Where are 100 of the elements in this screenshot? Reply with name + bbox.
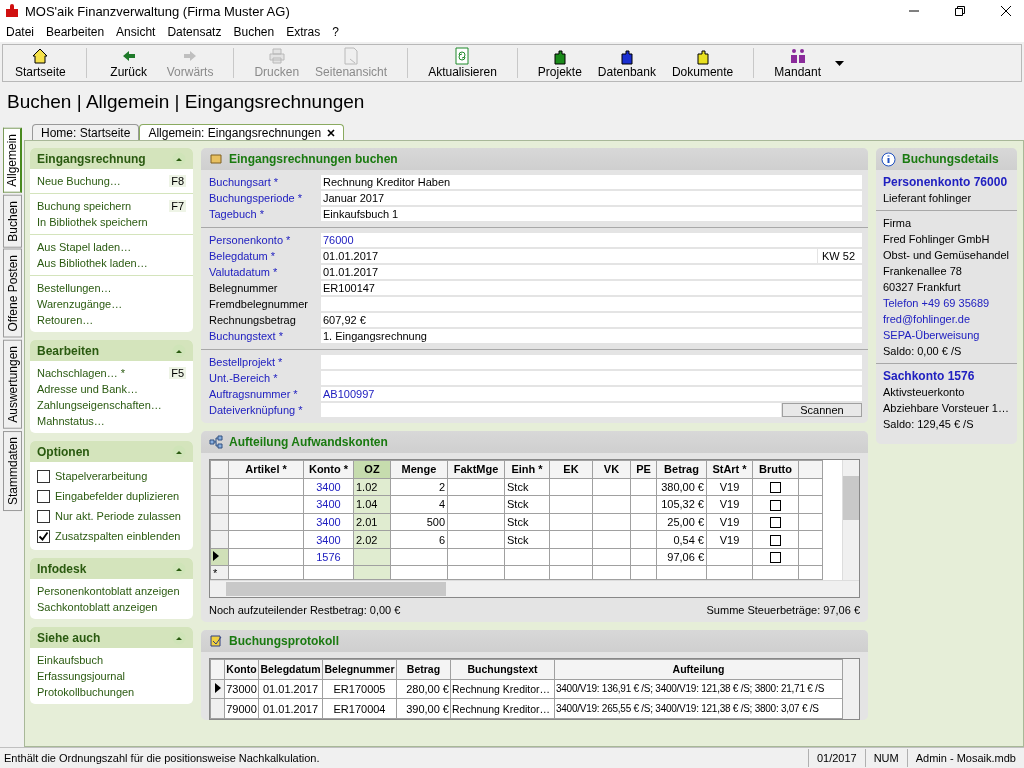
menu-item[interactable]: Datei xyxy=(6,25,34,39)
menu-item[interactable]: ? xyxy=(332,25,339,39)
sidebar-link[interactable]: Zahlungseigenschaften… xyxy=(37,399,162,411)
column-header[interactable]: Artikel * xyxy=(228,460,304,479)
column-header[interactable]: Betrag xyxy=(656,460,707,479)
column-header[interactable]: Belegnummer xyxy=(322,659,397,680)
column-header[interactable]: VK xyxy=(592,460,631,479)
input-field[interactable]: Rechnung Kreditor Haben xyxy=(321,175,862,189)
side-tab[interactable]: Offene Posten xyxy=(3,249,22,338)
column-header[interactable]: FaktMge xyxy=(447,460,505,479)
close-icon[interactable] xyxy=(1000,5,1012,17)
checkbox-label: Nur akt. Periode zulassen xyxy=(55,510,181,522)
dropdown-caret-icon[interactable] xyxy=(835,60,844,66)
sidebar-link[interactable]: Buchung speichern xyxy=(37,200,132,212)
input-field[interactable]: ER100147 xyxy=(321,281,862,295)
menu-item[interactable]: Bearbeiten xyxy=(46,25,105,39)
side-tab[interactable]: Stammdaten xyxy=(3,430,22,511)
menu-item[interactable]: Ansicht xyxy=(116,25,156,39)
menu-item[interactable]: Datensatz xyxy=(167,25,222,39)
input-field[interactable] xyxy=(321,355,862,369)
input-field[interactable] xyxy=(321,403,781,417)
checkbox[interactable] xyxy=(770,499,781,511)
checkbox[interactable] xyxy=(37,509,50,523)
back-button[interactable]: Zurück xyxy=(98,46,159,80)
column-header[interactable]: StArt * xyxy=(706,460,753,479)
sidebar-link[interactable]: Sachkontoblatt anzeigen xyxy=(37,601,158,613)
sidebar-link[interactable]: Aus Stapel laden… xyxy=(37,241,132,253)
column-header[interactable]: EK xyxy=(549,460,593,479)
sidebar-link[interactable]: Neue Buchung… xyxy=(37,175,121,187)
checkbox[interactable] xyxy=(770,482,781,494)
detail-link[interactable]: fred@fohlinger.de xyxy=(883,311,1010,327)
side-tab[interactable]: Buchen xyxy=(3,194,22,248)
sidebar-link[interactable]: Bestellungen… xyxy=(37,282,112,294)
column-header[interactable]: Aufteilung xyxy=(554,659,843,680)
home-icon xyxy=(31,47,50,65)
side-tab[interactable]: Allgemein xyxy=(3,128,22,193)
input-field[interactable]: 76000 xyxy=(321,233,862,247)
document-tab[interactable]: Home: Startseite xyxy=(32,124,140,140)
input-field[interactable]: AB100997 xyxy=(321,387,862,401)
sidebar-link[interactable]: Personenkontoblatt anzeigen xyxy=(37,585,180,597)
documents-button[interactable]: Dokumente xyxy=(663,46,742,80)
column-header[interactable]: Konto * xyxy=(303,460,354,479)
document-tab[interactable]: Allgemein: Eingangsrechnungen xyxy=(139,124,345,140)
input-field[interactable]: 1. Eingangsrechnung xyxy=(321,329,862,343)
input-field[interactable]: 607,92 € xyxy=(321,313,862,327)
column-header[interactable]: OZ xyxy=(353,460,391,479)
restore-icon[interactable] xyxy=(954,5,966,17)
protocol-icon xyxy=(209,634,223,648)
sidebar-link[interactable]: Warenzugänge… xyxy=(37,298,123,310)
projects-button[interactable]: Projekte xyxy=(529,46,590,80)
detail-text: Obst- und Gemüsehandel xyxy=(883,248,1010,263)
checkbox[interactable] xyxy=(37,489,50,503)
vertical-scrollbar[interactable] xyxy=(842,460,859,580)
vertical-scrollbar[interactable] xyxy=(843,659,859,719)
database-button[interactable]: Datenbank xyxy=(589,46,664,80)
checkbox[interactable] xyxy=(770,517,781,529)
detail-link[interactable]: Telefon +49 69 35689 xyxy=(883,295,1010,311)
table-cell: 500 xyxy=(390,513,448,531)
checkbox[interactable] xyxy=(37,529,50,543)
input-field[interactable] xyxy=(321,371,862,385)
input-field[interactable]: Einkaufsbuch 1 xyxy=(321,207,862,221)
input-field[interactable]: 01.01.2017 xyxy=(321,265,862,279)
input-field[interactable]: 01.01.2017 xyxy=(321,249,817,263)
column-header[interactable]: Konto xyxy=(224,659,259,680)
detail-link[interactable]: SEPA-Überweisung xyxy=(883,327,1010,343)
sidebar-link[interactable]: Protokollbuchungen xyxy=(37,686,135,698)
side-tab[interactable]: Auswertungen xyxy=(3,339,22,429)
checkbox[interactable] xyxy=(37,469,50,483)
checkbox[interactable] xyxy=(770,534,781,546)
panel-title: Eingangsrechnungen buchen xyxy=(229,152,398,166)
table-cell: 380,00 € xyxy=(656,478,707,496)
client-button[interactable]: Mandant xyxy=(766,46,829,80)
close-icon[interactable] xyxy=(327,128,336,137)
home-button[interactable]: Startseite xyxy=(7,46,74,80)
account-heading[interactable]: Sachkonto 1576 xyxy=(883,368,1010,384)
column-header[interactable]: Menge xyxy=(390,460,448,479)
column-header[interactable]: Belegdatum xyxy=(258,659,323,680)
refresh-button[interactable]: Aktualisieren xyxy=(420,46,505,80)
column-header[interactable]: PE xyxy=(630,460,657,479)
sidebar-link[interactable]: Einkaufsbuch xyxy=(37,654,104,666)
sidebar-link[interactable]: Adresse und Bank… xyxy=(37,383,138,395)
sidebar-link[interactable]: Aus Bibliothek laden… xyxy=(37,257,148,269)
column-header[interactable]: Einh * xyxy=(504,460,550,479)
sidebar-link[interactable]: Retouren… xyxy=(37,314,94,326)
horizontal-scrollbar[interactable] xyxy=(210,580,859,597)
checkbox[interactable] xyxy=(770,552,781,564)
column-header[interactable]: Betrag xyxy=(396,659,451,680)
input-field[interactable]: Januar 2017 xyxy=(321,191,862,205)
menu-item[interactable]: Extras xyxy=(286,25,321,39)
sidebar-link[interactable]: Nachschlagen… * xyxy=(37,367,126,379)
menu-item[interactable]: Buchen xyxy=(233,25,275,39)
account-heading[interactable]: Personenkonto 76000 xyxy=(883,174,1010,190)
column-header[interactable]: Buchungstext xyxy=(450,659,555,680)
sidebar-link[interactable]: Erfassungsjournal xyxy=(37,670,126,682)
scan-button[interactable]: Scannen xyxy=(782,403,862,417)
input-field[interactable] xyxy=(321,297,862,311)
sidebar-link[interactable]: Mahnstatus… xyxy=(37,415,105,427)
column-header[interactable]: Brutto xyxy=(752,460,799,479)
sidebar-link[interactable]: In Bibliothek speichern xyxy=(37,216,148,228)
current-row-icon xyxy=(213,551,219,562)
